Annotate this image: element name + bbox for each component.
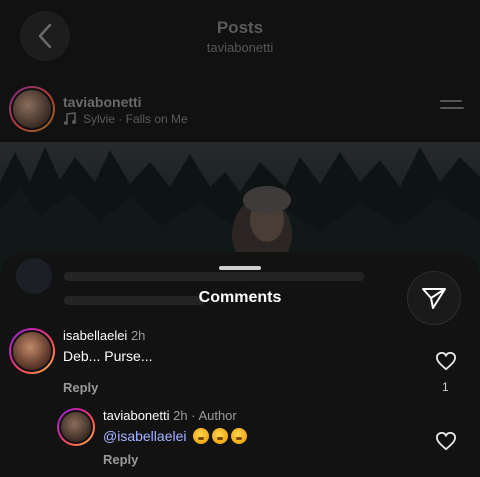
comments-sheet: Comments isabellaelei 2h Deb... Purse...…: [0, 252, 480, 477]
mention-link[interactable]: @isabellaelei: [103, 428, 186, 444]
reply-comment-item: taviabonetti 2h · Author @isabellaelei R…: [0, 404, 480, 476]
drag-handle[interactable]: [219, 266, 261, 270]
post-author-avatar[interactable]: [9, 86, 55, 132]
share-button[interactable]: [407, 271, 461, 325]
comment-author[interactable]: isabellaelei 2h: [63, 328, 145, 343]
comment-text: Deb... Purse...: [63, 348, 153, 364]
post-author-username[interactable]: taviabonetti: [63, 94, 142, 110]
comment-time: 2h: [130, 328, 146, 343]
reply-button[interactable]: Reply: [103, 452, 138, 467]
comment-text: @isabellaelei: [103, 428, 248, 444]
comment-author[interactable]: taviabonetti 2h · Author: [103, 408, 237, 423]
reply-button[interactable]: Reply: [63, 380, 98, 395]
avatar[interactable]: [57, 408, 95, 446]
top-header: Posts taviabonetti: [0, 0, 480, 78]
menu-icon[interactable]: [440, 100, 464, 118]
shushing-face-emoji: [231, 428, 248, 444]
heart-icon[interactable]: [435, 431, 457, 451]
post-header: taviabonetti Sylvie · Falls on Me: [0, 78, 480, 142]
page-subtitle: taviabonetti: [206, 40, 274, 55]
post-song-label: Sylvie · Falls on Me: [83, 112, 188, 126]
shushing-face-emoji: [212, 428, 229, 444]
music-note-icon: [64, 112, 76, 125]
post-song[interactable]: Sylvie · Falls on Me: [63, 112, 188, 126]
send-icon: [422, 288, 446, 309]
page-title: Posts: [216, 18, 264, 37]
comment-time: 2h: [173, 408, 188, 423]
heart-icon[interactable]: [435, 351, 457, 371]
avatar[interactable]: [9, 328, 55, 374]
comment-username[interactable]: taviabonetti: [103, 408, 170, 423]
shushing-face-emoji: [193, 428, 210, 444]
comment-item: isabellaelei 2h Deb... Purse... Reply 1: [0, 324, 480, 404]
comment-username[interactable]: isabellaelei: [63, 328, 127, 343]
like-count: 1: [442, 380, 449, 394]
author-label: · Author: [191, 408, 237, 423]
